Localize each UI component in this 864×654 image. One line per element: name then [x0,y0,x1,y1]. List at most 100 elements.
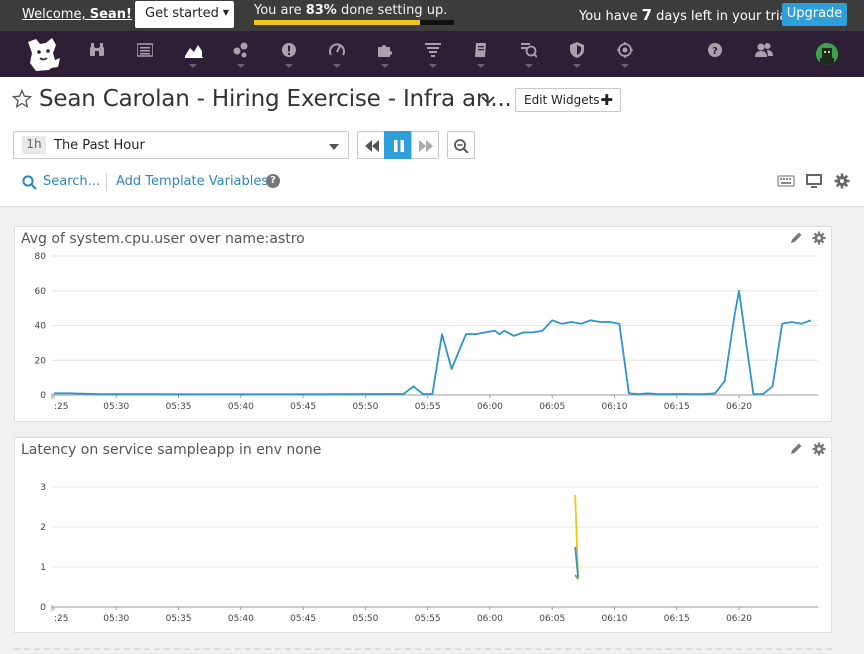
dashboard-header: Sean Carolan - Hiring Exercise - Infra a… [0,77,864,207]
x-tick-label: 05:45 [290,402,316,412]
y-tick-label: 0 [40,603,46,613]
user-avatar[interactable] [816,43,838,65]
x-tick-label: :25 [54,402,68,412]
dropdown-caret-icon [429,64,437,68]
rum-icon[interactable] [610,39,640,71]
monitors-icon[interactable] [274,39,304,71]
dropdown-caret-icon [573,64,581,68]
x-tick-label: 06:20 [726,614,752,624]
x-tick-label: 06:10 [602,402,628,412]
divider [106,173,107,191]
gear-icon[interactable] [834,173,850,189]
infrastructure-icon[interactable] [226,39,256,71]
cpu-line-chart: 0 20 40 60 80 :25 05:30 05:35 05:40 05:45 05:50 05:… [35,252,818,412]
x-tick-label: 05:55 [415,614,441,624]
integrations-puzzle-icon[interactable] [370,39,400,71]
trial-notice: You have 7 days left in your trial. [579,6,796,24]
rewind-icon [365,140,379,152]
welcome-text: Welcome, Sean! [22,7,132,22]
widget-cpu-timeseries: Avg of system.cpu.user over name:astro 0… [14,226,832,422]
magnifier-minus-icon [454,139,469,153]
y-tick-label: 0 [40,391,46,401]
x-tick-label: 06:15 [664,614,690,624]
rewind-button[interactable] [357,131,385,159]
series-line [54,289,812,396]
x-tick-label: 06:05 [539,614,565,624]
fast-forward-icon [419,140,433,152]
datadog-logo-icon[interactable] [22,36,62,74]
keyboard-icon[interactable] [777,173,795,189]
caret-down-icon [329,144,339,150]
dashboard-title: Sean Carolan - Hiring Exercise - Infra a… [39,86,512,112]
get-started-button[interactable]: Get started ▼ [135,1,234,28]
y-tick-label: 20 [35,356,47,366]
x-tick-label: 06:00 [477,402,503,412]
synthetics-icon[interactable] [514,39,544,71]
binoculars-icon[interactable] [82,39,112,71]
setup-progress-bar [254,20,454,25]
x-tick-label: 05:35 [166,614,192,624]
dashboards-icon[interactable] [178,39,208,71]
caret-down-icon: ▼ [222,8,229,17]
dropdown-caret-icon [477,64,485,68]
plus-icon: ✚ [600,91,613,109]
favorite-star-icon[interactable] [12,89,32,109]
dropdown-caret-icon [621,64,629,68]
x-tick-label: 05:50 [352,614,378,624]
x-tick-label: 05:40 [228,614,254,624]
upgrade-button[interactable]: Upgrade [782,3,847,26]
help-icon[interactable]: ? [700,39,730,71]
edit-widgets-button[interactable]: Edit Widgets ✚ [515,88,621,112]
team-icon[interactable] [748,39,778,71]
x-tick-label: 06:10 [602,614,628,624]
y-tick-label: 3 [40,483,46,493]
y-tick-label: 2 [40,523,46,533]
x-tick-label: 05:50 [352,402,378,412]
x-tick-label: 05:55 [415,402,441,412]
logs-icon[interactable] [418,39,448,71]
time-range-badge: 1h [22,136,46,154]
pause-icon [394,140,404,152]
x-tick-label: 06:20 [726,402,752,412]
x-tick-label: 06:00 [477,614,503,624]
y-tick-label: 1 [40,563,46,573]
dropdown-caret-icon [189,64,197,68]
security-shield-icon[interactable] [562,39,592,71]
latency-line-chart: 0 1 2 3 :25 05:30 05:35 05:40 05:45 05:50 05:55 06:… [40,483,818,624]
x-tick-label: 05:35 [166,402,192,412]
time-range-select[interactable]: 1h The Past Hour [13,131,349,159]
y-tick-label: 80 [35,252,47,262]
widget-latency-timeseries: Latency on service sampleapp in env none… [14,437,832,633]
y-tick-label: 40 [35,322,47,332]
x-tick-label: 05:30 [103,614,129,624]
add-template-variables-link[interactable]: Add Template Variables [116,174,268,189]
main-nav: ? [0,31,864,77]
x-tick-label: 06:15 [664,402,690,412]
dropdown-caret-icon [333,64,341,68]
y-tick-label: 60 [35,287,47,297]
x-tick-label: 05:30 [103,402,129,412]
help-circle-icon[interactable]: ? [266,174,280,188]
dropdown-caret-icon [285,64,293,68]
setup-progress-text: You are 83% done setting up. [254,3,448,18]
dropdown-caret-icon [525,64,533,68]
fast-forward-button[interactable] [411,131,439,159]
x-tick-label: 05:45 [290,614,316,624]
x-tick-label: :25 [54,614,68,624]
dropdown-caret-icon [237,64,245,68]
x-tick-label: 05:40 [228,402,254,412]
promo-bar: Welcome, Sean! Get started ▼ You are 83% … [0,0,864,31]
tv-mode-icon[interactable] [805,173,823,189]
search-icon [22,175,37,190]
chevron-down-icon[interactable] [480,94,496,106]
pause-button[interactable] [384,131,412,159]
search-label: Search... [43,174,101,189]
list-icon[interactable] [130,39,160,71]
x-tick-label: 06:05 [539,402,565,412]
setup-progress-fill [254,20,420,25]
dropdown-caret-icon [381,64,389,68]
notebook-icon[interactable] [466,39,496,71]
apm-gauge-icon[interactable] [322,39,352,71]
zoom-out-button[interactable] [447,131,475,159]
svg-text:?: ? [712,46,718,57]
